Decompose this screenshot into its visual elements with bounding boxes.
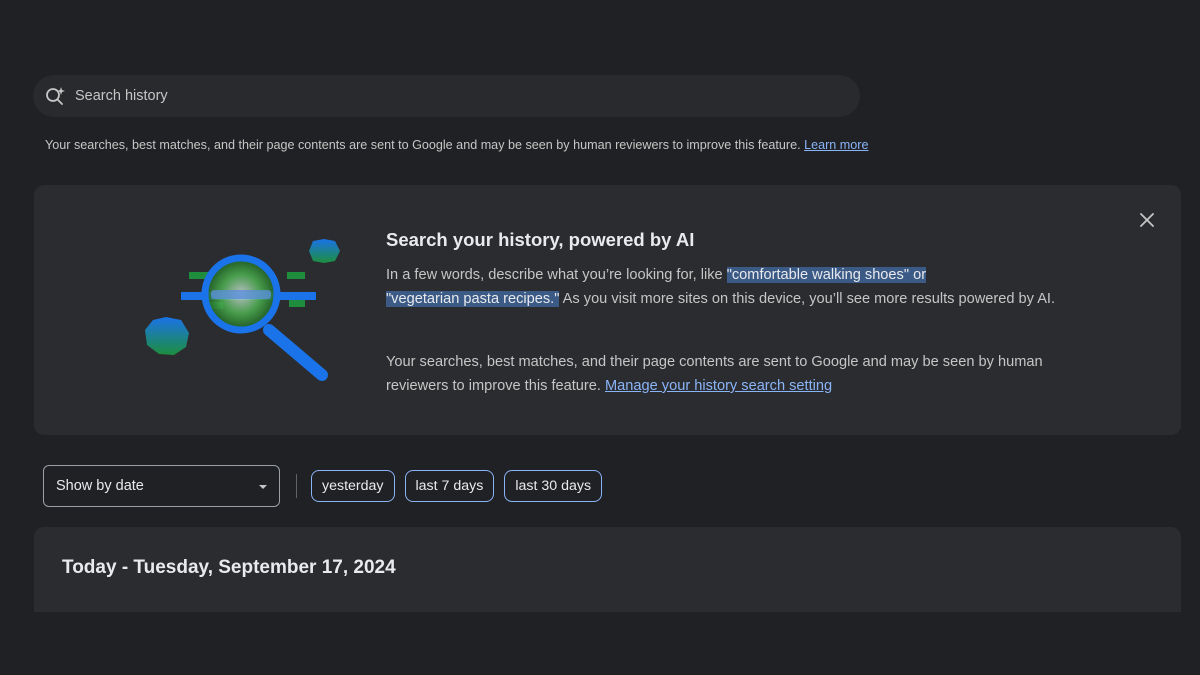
show-by-select[interactable]: Show by date — [43, 465, 280, 507]
filter-divider — [296, 474, 297, 498]
promo-disclaimer: Your searches, best matches, and their p… — [386, 350, 1106, 398]
disclaimer-text: Your searches, best matches, and their p… — [45, 138, 805, 152]
manage-history-search-link[interactable]: Manage your history search setting — [605, 378, 832, 394]
promo-text-after: As you visit more sites on this device, … — [559, 291, 1056, 307]
search-input[interactable]: Search history — [75, 88, 168, 104]
filter-bar: Show by date yesterday last 7 days last … — [43, 464, 612, 508]
example-query-highlight-1: "comfortable walking shoes" or — [726, 267, 927, 283]
example-query-highlight-2: "vegetarian pasta recipes." — [386, 291, 560, 307]
chip-yesterday[interactable]: yesterday — [311, 470, 395, 502]
close-icon[interactable] — [1136, 209, 1158, 231]
dropdown-arrow-icon — [258, 478, 268, 494]
history-day-title: Today - Tuesday, September 17, 2024 — [62, 557, 396, 578]
promo-text-before: In a few words, describe what you’re loo… — [386, 267, 727, 283]
promo-description: In a few words, describe what you’re loo… — [386, 263, 1086, 311]
history-day-card: Today - Tuesday, September 17, 2024 — [34, 527, 1181, 612]
magnifier-illustration — [129, 225, 359, 385]
select-value: Show by date — [56, 478, 144, 494]
chip-last-7-days[interactable]: last 7 days — [404, 470, 495, 502]
search-history-bar[interactable]: Search history — [33, 75, 860, 117]
ai-history-promo-card: Search your history, powered by AI In a … — [34, 185, 1181, 435]
search-disclaimer: Your searches, best matches, and their p… — [45, 138, 869, 152]
promo-title: Search your history, powered by AI — [386, 229, 695, 250]
learn-more-link[interactable]: Learn more — [804, 138, 868, 152]
sparkle-search-icon — [44, 85, 66, 107]
chip-last-30-days[interactable]: last 30 days — [504, 470, 603, 502]
